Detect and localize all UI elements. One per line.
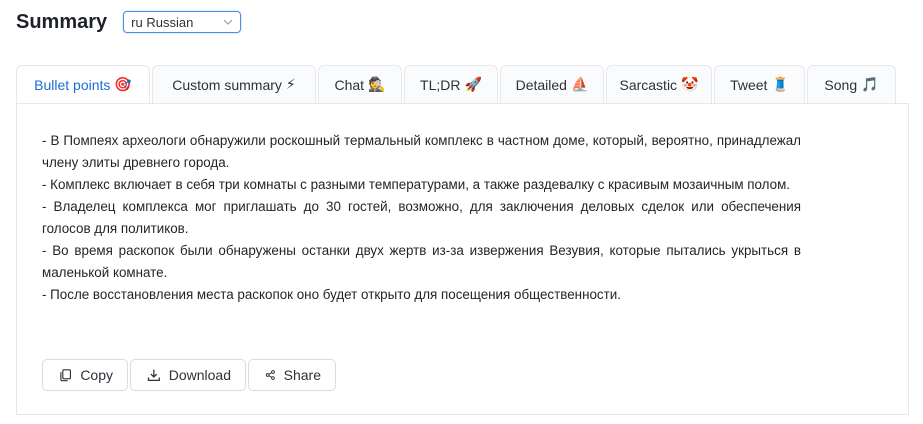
summary-panel: - В Помпеях археологи обнаружили роскошн… — [16, 103, 909, 415]
language-select[interactable]: ru Russian — [123, 11, 242, 33]
download-icon — [147, 369, 160, 382]
tab-label: Detailed — [515, 76, 567, 93]
copy-icon — [60, 369, 71, 382]
tab-label: Song — [824, 76, 858, 93]
tab-label: Custom summary — [172, 76, 282, 93]
share-icon — [265, 370, 275, 380]
rocket-icon: 🚀 — [464, 76, 482, 92]
sailboat-icon: ⛵ — [570, 76, 589, 92]
copy-button[interactable]: Copy — [42, 359, 128, 391]
tab-label: Tweet — [730, 76, 768, 93]
share-button-label: Share — [283, 367, 321, 383]
chevron-down-icon — [223, 19, 233, 25]
language-select-value: ru Russian — [131, 14, 194, 30]
summary-bullet: - После восстановления места раскопок он… — [42, 287, 621, 302]
thread-icon: 🧵 — [771, 76, 789, 92]
summary-bullet: - Владелец комплекса мог приглашать до 3… — [42, 199, 801, 236]
summary-tabs: Bullet points 🎯 Custom summary ⚡ Chat 🕵 … — [16, 65, 904, 104]
share-button[interactable]: Share — [248, 359, 336, 391]
tab-detailed[interactable]: Detailed ⛵ — [500, 65, 604, 104]
page-title: Summary — [16, 10, 108, 33]
tab-label: Sarcastic — [619, 76, 678, 93]
tab-song[interactable]: Song 🎵 — [807, 65, 896, 104]
copy-button-label: Copy — [80, 367, 113, 383]
summary-bullet: - Комплекс включает в себя три комнаты с… — [42, 177, 791, 192]
tab-label: TL;DR — [420, 76, 461, 93]
summary-bullet: - В Помпеях археологи обнаружили роскошн… — [42, 133, 801, 170]
music-notes-icon: 🎵 — [861, 76, 879, 92]
download-button-label: Download — [168, 367, 231, 383]
tab-label: Bullet points — [34, 76, 111, 93]
tab-custom-summary[interactable]: Custom summary ⚡ — [152, 65, 316, 104]
summary-header: Summary ru Russian — [16, 8, 242, 36]
lightning-icon: ⚡ — [285, 76, 296, 92]
download-button[interactable]: Download — [130, 359, 246, 391]
clown-icon: 🤡 — [681, 76, 699, 92]
target-icon: 🎯 — [114, 76, 132, 92]
tab-label: Chat — [334, 76, 365, 93]
tab-chat[interactable]: Chat 🕵 — [318, 65, 402, 104]
tab-bullet-points[interactable]: Bullet points 🎯 — [16, 65, 150, 104]
action-bar: Copy Download Share — [42, 359, 338, 391]
tab-tweet[interactable]: Tweet 🧵 — [714, 65, 805, 104]
summary-content: - В Помпеях археологи обнаружили роскошн… — [42, 130, 801, 306]
tab-sarcastic[interactable]: Sarcastic 🤡 — [606, 65, 712, 104]
tab-tldr[interactable]: TL;DR 🚀 — [404, 65, 498, 104]
summary-bullet: - Во время раскопок были обнаружены оста… — [42, 243, 801, 280]
detective-icon: 🕵 — [368, 76, 386, 92]
